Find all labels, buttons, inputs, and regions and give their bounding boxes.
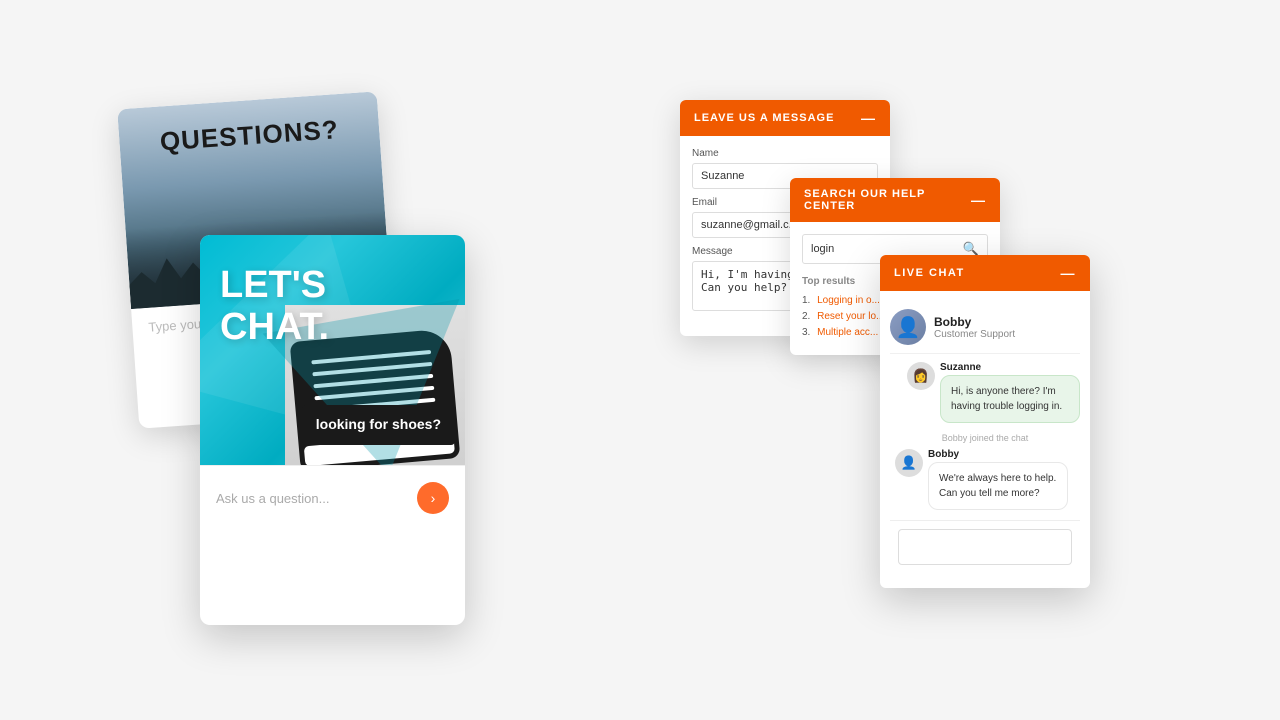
- leave-message-title: LEAVE US A MESSAGE: [694, 112, 834, 124]
- live-chat-title: LIVE CHAT: [894, 267, 965, 279]
- chat-input-placeholder: Ask us a question...: [216, 491, 417, 506]
- result-num-2: 2.: [802, 311, 810, 322]
- chat-card-header: LET'S CHAT. looking for shoes?: [200, 235, 465, 465]
- name-label: Name: [692, 148, 878, 159]
- agent-role: Customer Support: [934, 329, 1015, 340]
- send-arrow-icon: ›: [431, 490, 436, 506]
- leave-message-minimize[interactable]: —: [861, 110, 876, 126]
- result-text-2: Reset your lo...: [817, 311, 884, 322]
- bobby-chat-avatar-icon: 👤: [901, 455, 917, 471]
- leave-message-header: LEAVE US A MESSAGE —: [680, 100, 890, 136]
- user-message-content: Suzanne Hi, is anyone there? I'm having …: [940, 362, 1080, 423]
- bobby-avatar-icon: 👤: [896, 315, 921, 340]
- search-help-title: SEARCH OUR HELP CENTER: [804, 188, 971, 212]
- live-chat-minimize[interactable]: —: [1061, 265, 1077, 281]
- agent-message-bubble: We're always here to help. Can you tell …: [928, 462, 1068, 510]
- user-message-bubble: Hi, is anyone there? I'm having trouble …: [940, 375, 1080, 423]
- suzanne-avatar: 👩: [907, 362, 935, 390]
- bobby-sender-name: Bobby: [928, 449, 1068, 460]
- shoes-banner: looking for shoes?: [302, 405, 455, 445]
- questions-title: QUESTIONS?: [119, 111, 381, 160]
- agent-info: Bobby Customer Support: [934, 315, 1015, 340]
- live-chat-body: 👤 Bobby Customer Support Suzanne Hi, is …: [880, 291, 1090, 588]
- bobby-chat-avatar: 👤: [895, 449, 923, 477]
- chat-input-area: [890, 520, 1080, 578]
- chat-send-button[interactable]: ›: [417, 482, 449, 514]
- agent-header: 👤 Bobby Customer Support: [890, 301, 1080, 354]
- suzanne-avatar-icon: 👩: [913, 368, 929, 384]
- live-chat-panel: LIVE CHAT — 👤 Bobby Customer Support Suz…: [880, 255, 1090, 588]
- lets-chat-card: LET'S CHAT. looking for shoes? Ask us a …: [200, 235, 465, 625]
- bobby-avatar: 👤: [890, 309, 926, 345]
- user-sender-name: Suzanne: [940, 362, 1080, 373]
- agent-message-row: 👤 Bobby We're always here to help. Can y…: [890, 449, 1080, 510]
- chat-card-input-row[interactable]: Ask us a question... ›: [200, 465, 465, 530]
- search-help-header: SEARCH OUR HELP CENTER —: [790, 178, 1000, 222]
- chat-input-box[interactable]: [898, 529, 1072, 565]
- search-help-minimize[interactable]: —: [971, 192, 986, 208]
- chat-card-title: LET'S CHAT.: [220, 265, 329, 349]
- search-input[interactable]: [811, 243, 963, 255]
- live-chat-header: LIVE CHAT —: [880, 255, 1090, 291]
- result-text-3: Multiple acc...: [817, 327, 878, 338]
- result-text-1: Logging in o...: [817, 295, 880, 306]
- user-message-row: Suzanne Hi, is anyone there? I'm having …: [890, 362, 1080, 423]
- agent-message-content: Bobby We're always here to help. Can you…: [928, 449, 1068, 510]
- system-message: Bobby joined the chat: [890, 433, 1080, 443]
- agent-name: Bobby: [934, 315, 1015, 329]
- result-num-1: 1.: [802, 295, 810, 306]
- result-num-3: 3.: [802, 327, 810, 338]
